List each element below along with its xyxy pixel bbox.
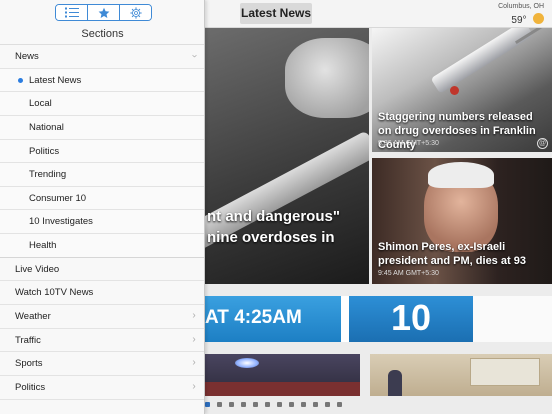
sidebar-item-label: Sports xyxy=(15,358,43,370)
sidebar-item-trending[interactable]: Trending xyxy=(0,163,204,187)
sidebar-item-health[interactable]: Health xyxy=(0,234,204,258)
sections-drawer: Sections News › Latest News Local National Po… xyxy=(0,0,205,414)
weather-temperature: 59° xyxy=(511,15,527,26)
sidebar-item-label: 10 Investigates xyxy=(29,216,93,228)
page-dot[interactable] xyxy=(337,402,342,407)
blood-drop-image xyxy=(450,86,459,95)
banner-schedule-panel: AT 4:25AM xyxy=(205,296,341,342)
chevron-right-icon: › xyxy=(192,380,196,392)
weather-location: Columbus, OH xyxy=(498,3,544,10)
sidebar-item-news[interactable]: News › xyxy=(0,45,204,69)
story-tile-time: 9:45 AM GMT+5:30 xyxy=(378,270,439,277)
sidebar-item-politics[interactable]: Politics › xyxy=(0,376,204,400)
sidebar-item-live-video[interactable]: Live Video xyxy=(0,258,204,282)
page-title[interactable]: Latest News xyxy=(240,3,312,24)
bulletin-board-image xyxy=(470,358,540,386)
portrait-hair xyxy=(428,162,494,188)
page-dot[interactable] xyxy=(241,402,246,407)
sidebar-item-politics[interactable]: Politics xyxy=(0,139,204,164)
sidebar-item-label: Live Video xyxy=(15,263,60,275)
promo-banner[interactable]: AT 4:25AM 10 xyxy=(205,296,552,342)
sidebar-item-weather[interactable]: Weather › xyxy=(0,305,204,329)
lead-story[interactable]: nt and dangerous" nine overdoses in xyxy=(205,28,369,284)
page-dot[interactable] xyxy=(217,402,222,407)
sidebar-item-label: Local xyxy=(29,98,52,110)
lead-story-image xyxy=(285,38,369,118)
page-dot[interactable] xyxy=(289,402,294,407)
station-logo-text: 10 xyxy=(390,297,432,338)
lead-headline-line-1: nt and dangerous" xyxy=(207,208,340,225)
chevron-right-icon: › xyxy=(192,310,196,322)
page-dot[interactable] xyxy=(253,402,258,407)
chevron-right-icon: › xyxy=(192,333,196,345)
star-icon xyxy=(98,7,109,18)
chevron-down-icon: › xyxy=(189,54,200,58)
station-logo: 10 xyxy=(349,296,473,342)
sidebar-item-label: News xyxy=(15,51,39,62)
sections-menu: News › Latest News Local National Politics Tre… xyxy=(0,45,204,400)
sidebar-item-label: Politics xyxy=(15,381,46,393)
story-tile-time: 9:36 AM GMT+5:30 xyxy=(378,140,439,147)
page-dot[interactable] xyxy=(229,402,234,407)
page-dot[interactable] xyxy=(277,402,282,407)
chevron-right-icon: › xyxy=(192,357,196,369)
drawer-title: Sections xyxy=(0,24,204,45)
person-image xyxy=(388,370,402,396)
gear-icon xyxy=(129,6,142,19)
tab-settings[interactable] xyxy=(120,5,151,20)
page-dot[interactable] xyxy=(205,402,210,407)
drawer-segmented-control[interactable] xyxy=(55,4,152,21)
weather-widget[interactable]: Columbus, OH 59° xyxy=(498,3,544,28)
story-tile-peres[interactable]: Shimon Peres, ex-Israeli president and P… xyxy=(372,158,552,284)
sidebar-item-label: Consumer 10 xyxy=(29,192,87,204)
page-indicator[interactable] xyxy=(205,402,355,410)
sidebar-item-local[interactable]: Local xyxy=(0,92,204,116)
sidebar-item-label: Politics xyxy=(29,145,60,157)
sidebar-item-label: Trending xyxy=(29,169,67,181)
sidebar-item-national[interactable]: National xyxy=(0,115,204,140)
banner-divider xyxy=(341,296,349,342)
share-icon[interactable]: @ xyxy=(537,138,548,149)
page-dot[interactable] xyxy=(325,402,330,407)
sidebar-item-label: Weather xyxy=(15,311,51,323)
page-dot[interactable] xyxy=(313,402,318,407)
lead-headline-line-2: nine overdoses in xyxy=(207,229,335,246)
sidebar-item-10-investigates[interactable]: 10 Investigates xyxy=(0,210,204,235)
story-thumbnail-classroom[interactable] xyxy=(370,354,552,396)
sidebar-item-traffic[interactable]: Traffic › xyxy=(0,329,204,353)
banner-schedule-text: AT 4:25AM xyxy=(205,307,302,328)
story-tile-overdoses[interactable]: Staggering numbers released on drug over… xyxy=(372,28,552,152)
page-dot[interactable] xyxy=(301,402,306,407)
lead-story-headline: nt and dangerous" nine overdoses in xyxy=(207,206,367,248)
sidebar-item-label: National xyxy=(29,121,64,133)
page-dot[interactable] xyxy=(265,402,270,407)
sidebar-item-sports[interactable]: Sports › xyxy=(0,352,204,376)
sidebar-item-consumer-10[interactable]: Consumer 10 xyxy=(0,186,204,211)
sidebar-item-latest-news[interactable]: Latest News xyxy=(0,68,204,93)
stage-image xyxy=(205,382,360,396)
sidebar-item-label: Watch 10TV News xyxy=(15,287,94,299)
tab-favorites[interactable] xyxy=(88,5,120,20)
list-icon xyxy=(64,7,79,18)
sun-icon xyxy=(533,13,544,25)
sidebar-item-label: Health xyxy=(29,240,57,252)
tab-sections[interactable] xyxy=(56,5,88,20)
selected-dot-icon xyxy=(18,77,23,83)
stage-light-image xyxy=(235,358,259,368)
sidebar-item-label: Traffic xyxy=(15,334,41,346)
story-tile-headline: Shimon Peres, ex-Israeli president and P… xyxy=(378,241,526,267)
story-thumbnail-stage[interactable] xyxy=(205,354,360,396)
sidebar-item-label: Latest News xyxy=(29,74,82,86)
sidebar-item-watch-10tv-news[interactable]: Watch 10TV News xyxy=(0,281,204,306)
